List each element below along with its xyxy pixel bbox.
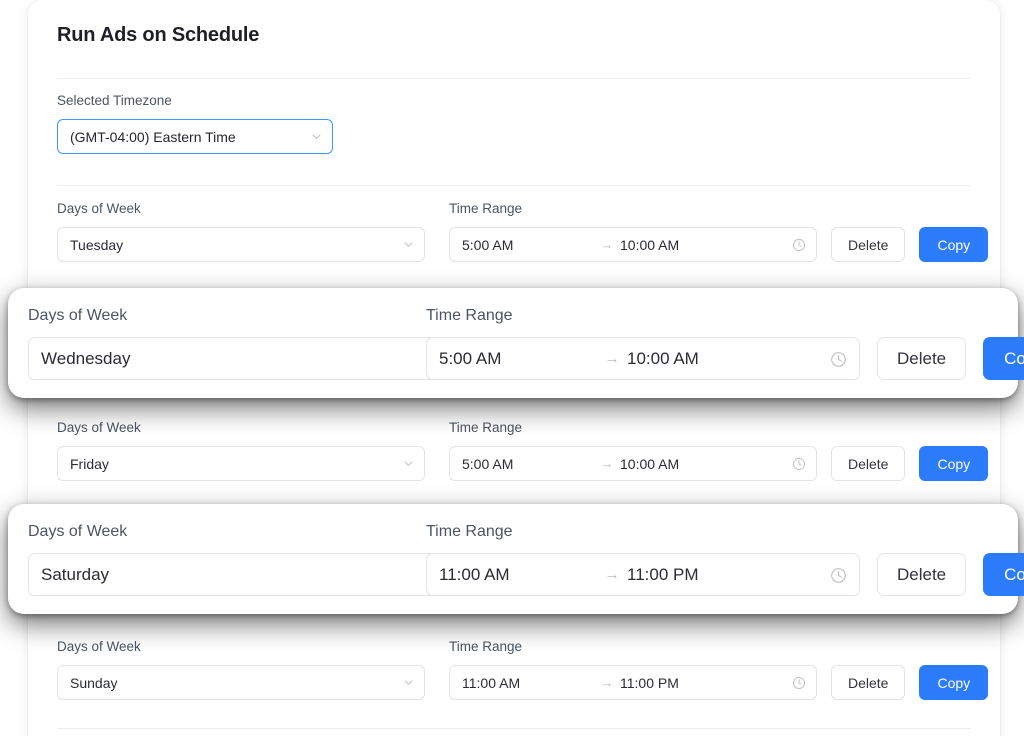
copy-button[interactable]: Copy xyxy=(919,446,989,481)
divider-below-timezone xyxy=(57,185,971,186)
time-range-group: Time Range 5:00 AM → 10:00 AM Delete Copy xyxy=(449,200,989,262)
copy-button[interactable]: Copy xyxy=(919,665,989,700)
range-arrow-icon: → xyxy=(604,350,620,367)
time-range-group: Time Range 11:00 AM → 11:00 PM Delete Copy xyxy=(426,522,1024,596)
time-range-label: Time Range xyxy=(426,523,513,540)
time-range-label: Time Range xyxy=(449,639,523,654)
delete-button[interactable]: Delete xyxy=(831,446,906,481)
clock-icon xyxy=(792,676,806,690)
time-range-input[interactable]: 11:00 AM → 11:00 PM xyxy=(426,553,860,596)
chevron-down-icon xyxy=(404,678,413,687)
days-of-week-label: Days of Week xyxy=(57,201,141,216)
day-value: Tuesday xyxy=(70,236,124,253)
clock-icon xyxy=(792,457,806,471)
clock-icon xyxy=(792,238,806,252)
divider-bottom xyxy=(57,728,971,729)
days-of-week-group: Days of Week Sunday xyxy=(57,638,425,700)
time-range-group: Time Range 5:00 AM → 10:00 AM Delete Copy xyxy=(449,419,989,481)
magnified-schedule-row: Days of Week Saturday Time Range 11:00 AM → 1… xyxy=(8,504,1024,614)
time-range-input[interactable]: 5:00 AM → 10:00 AM xyxy=(426,337,860,380)
day-select[interactable]: Sunday xyxy=(57,665,425,700)
day-select[interactable]: Saturday xyxy=(28,553,462,596)
time-start-value[interactable]: 11:00 AM xyxy=(462,675,594,691)
time-range-label: Time Range xyxy=(449,201,523,216)
chevron-down-icon xyxy=(404,459,413,468)
range-arrow-icon: → xyxy=(604,566,620,583)
time-end-value[interactable]: 11:00 PM xyxy=(620,675,784,691)
days-of-week-group: Days of Week Friday xyxy=(57,419,425,481)
days-of-week-label: Days of Week xyxy=(57,639,141,654)
schedule-row: Days of Week Sunday Time Range 11:00 AM → 11:… xyxy=(57,638,989,700)
magnified-schedule-row: Days of Week Wednesday Time Range 5:00 AM → 1… xyxy=(8,288,1024,398)
day-value: Saturday xyxy=(41,564,110,584)
timezone-value: (GMT-04:00) Eastern Time xyxy=(70,128,236,145)
days-of-week-label: Days of Week xyxy=(57,420,141,435)
range-arrow-icon: → xyxy=(600,237,614,252)
days-of-week-label: Days of Week xyxy=(28,307,128,324)
days-of-week-label: Days of Week xyxy=(28,523,128,540)
time-range-input[interactable]: 5:00 AM → 10:00 AM xyxy=(449,446,817,481)
delete-button[interactable]: Delete xyxy=(877,337,967,380)
schedule-row: Days of Week Friday Time Range 5:00 AM → 10:0… xyxy=(57,419,989,481)
schedule-row: Days of Week Saturday Time Range 11:00 AM → 1… xyxy=(28,522,1024,596)
time-range-group: Time Range 11:00 AM → 11:00 PM Delete Copy xyxy=(449,638,989,700)
day-select[interactable]: Tuesday xyxy=(57,227,425,262)
schedule-row: Days of Week Tuesday Time Range 5:00 AM → 10:… xyxy=(57,200,989,262)
timezone-label: Selected Timezone xyxy=(57,93,172,108)
time-range-label: Time Range xyxy=(426,307,513,324)
divider-top xyxy=(57,78,971,79)
timezone-field-group: Selected Timezone (GMT-04:00) Eastern Ti… xyxy=(57,92,333,154)
time-end-value[interactable]: 11:00 PM xyxy=(627,565,827,585)
chevron-down-icon xyxy=(312,132,321,141)
page-title: Run Ads on Schedule xyxy=(57,24,260,46)
days-of-week-group: Days of Week Saturday xyxy=(28,522,462,596)
range-arrow-icon: → xyxy=(600,675,614,690)
days-of-week-group: Days of Week Tuesday xyxy=(57,200,425,262)
copy-button[interactable]: Copy xyxy=(983,553,1024,596)
time-start-value[interactable]: 5:00 AM xyxy=(439,349,597,369)
delete-button[interactable]: Delete xyxy=(877,553,967,596)
time-start-value[interactable]: 11:00 AM xyxy=(439,565,597,585)
time-range-input[interactable]: 5:00 AM → 10:00 AM xyxy=(449,227,817,262)
day-select[interactable]: Friday xyxy=(57,446,425,481)
time-range-input[interactable]: 11:00 AM → 11:00 PM xyxy=(449,665,817,700)
day-select[interactable]: Wednesday xyxy=(28,337,462,380)
day-value: Friday xyxy=(70,455,109,472)
range-arrow-icon: → xyxy=(600,456,614,471)
delete-button[interactable]: Delete xyxy=(831,665,906,700)
time-range-group: Time Range 5:00 AM → 10:00 AM Delete Copy xyxy=(426,306,1024,380)
time-range-label: Time Range xyxy=(449,420,523,435)
copy-button[interactable]: Copy xyxy=(919,227,989,262)
chevron-down-icon xyxy=(404,240,413,249)
day-value: Wednesday xyxy=(41,348,131,368)
days-of-week-group: Days of Week Wednesday xyxy=(28,306,462,380)
copy-button[interactable]: Copy xyxy=(983,337,1024,380)
time-start-value[interactable]: 5:00 AM xyxy=(462,237,594,253)
clock-icon xyxy=(830,567,847,584)
schedule-row: Days of Week Wednesday Time Range 5:00 AM → 1… xyxy=(28,306,1024,380)
day-value: Sunday xyxy=(70,674,118,691)
delete-button[interactable]: Delete xyxy=(831,227,906,262)
timezone-select[interactable]: (GMT-04:00) Eastern Time xyxy=(57,119,333,154)
time-start-value[interactable]: 5:00 AM xyxy=(462,456,594,472)
time-end-value[interactable]: 10:00 AM xyxy=(627,349,827,369)
time-end-value[interactable]: 10:00 AM xyxy=(620,456,784,472)
clock-icon xyxy=(830,351,847,368)
time-end-value[interactable]: 10:00 AM xyxy=(620,237,784,253)
schedule-screen: Run Ads on Schedule Selected Timezone (G… xyxy=(0,0,1024,736)
